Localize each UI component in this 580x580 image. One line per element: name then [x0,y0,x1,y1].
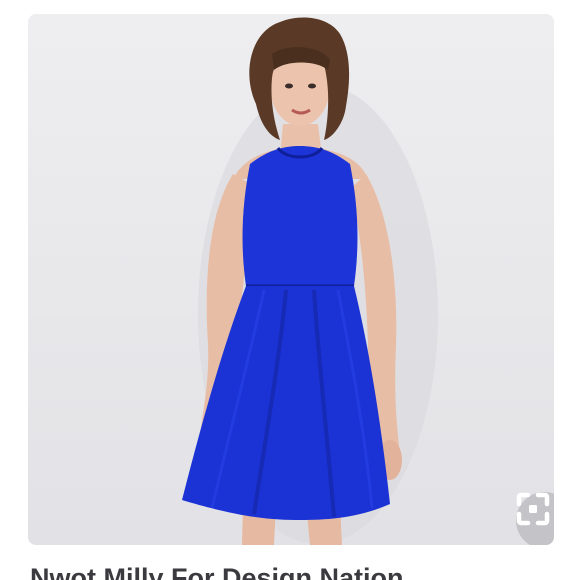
listing-page: Nwot Milly For Design Nation [0,0,580,580]
model-wearing-blue-dress-image [182,17,438,545]
expand-viewfinder-icon [516,492,550,526]
zoom-button[interactable] [516,492,554,545]
listing-title[interactable]: Nwot Milly For Design Nation [30,562,404,580]
product-photo[interactable] [28,14,554,545]
